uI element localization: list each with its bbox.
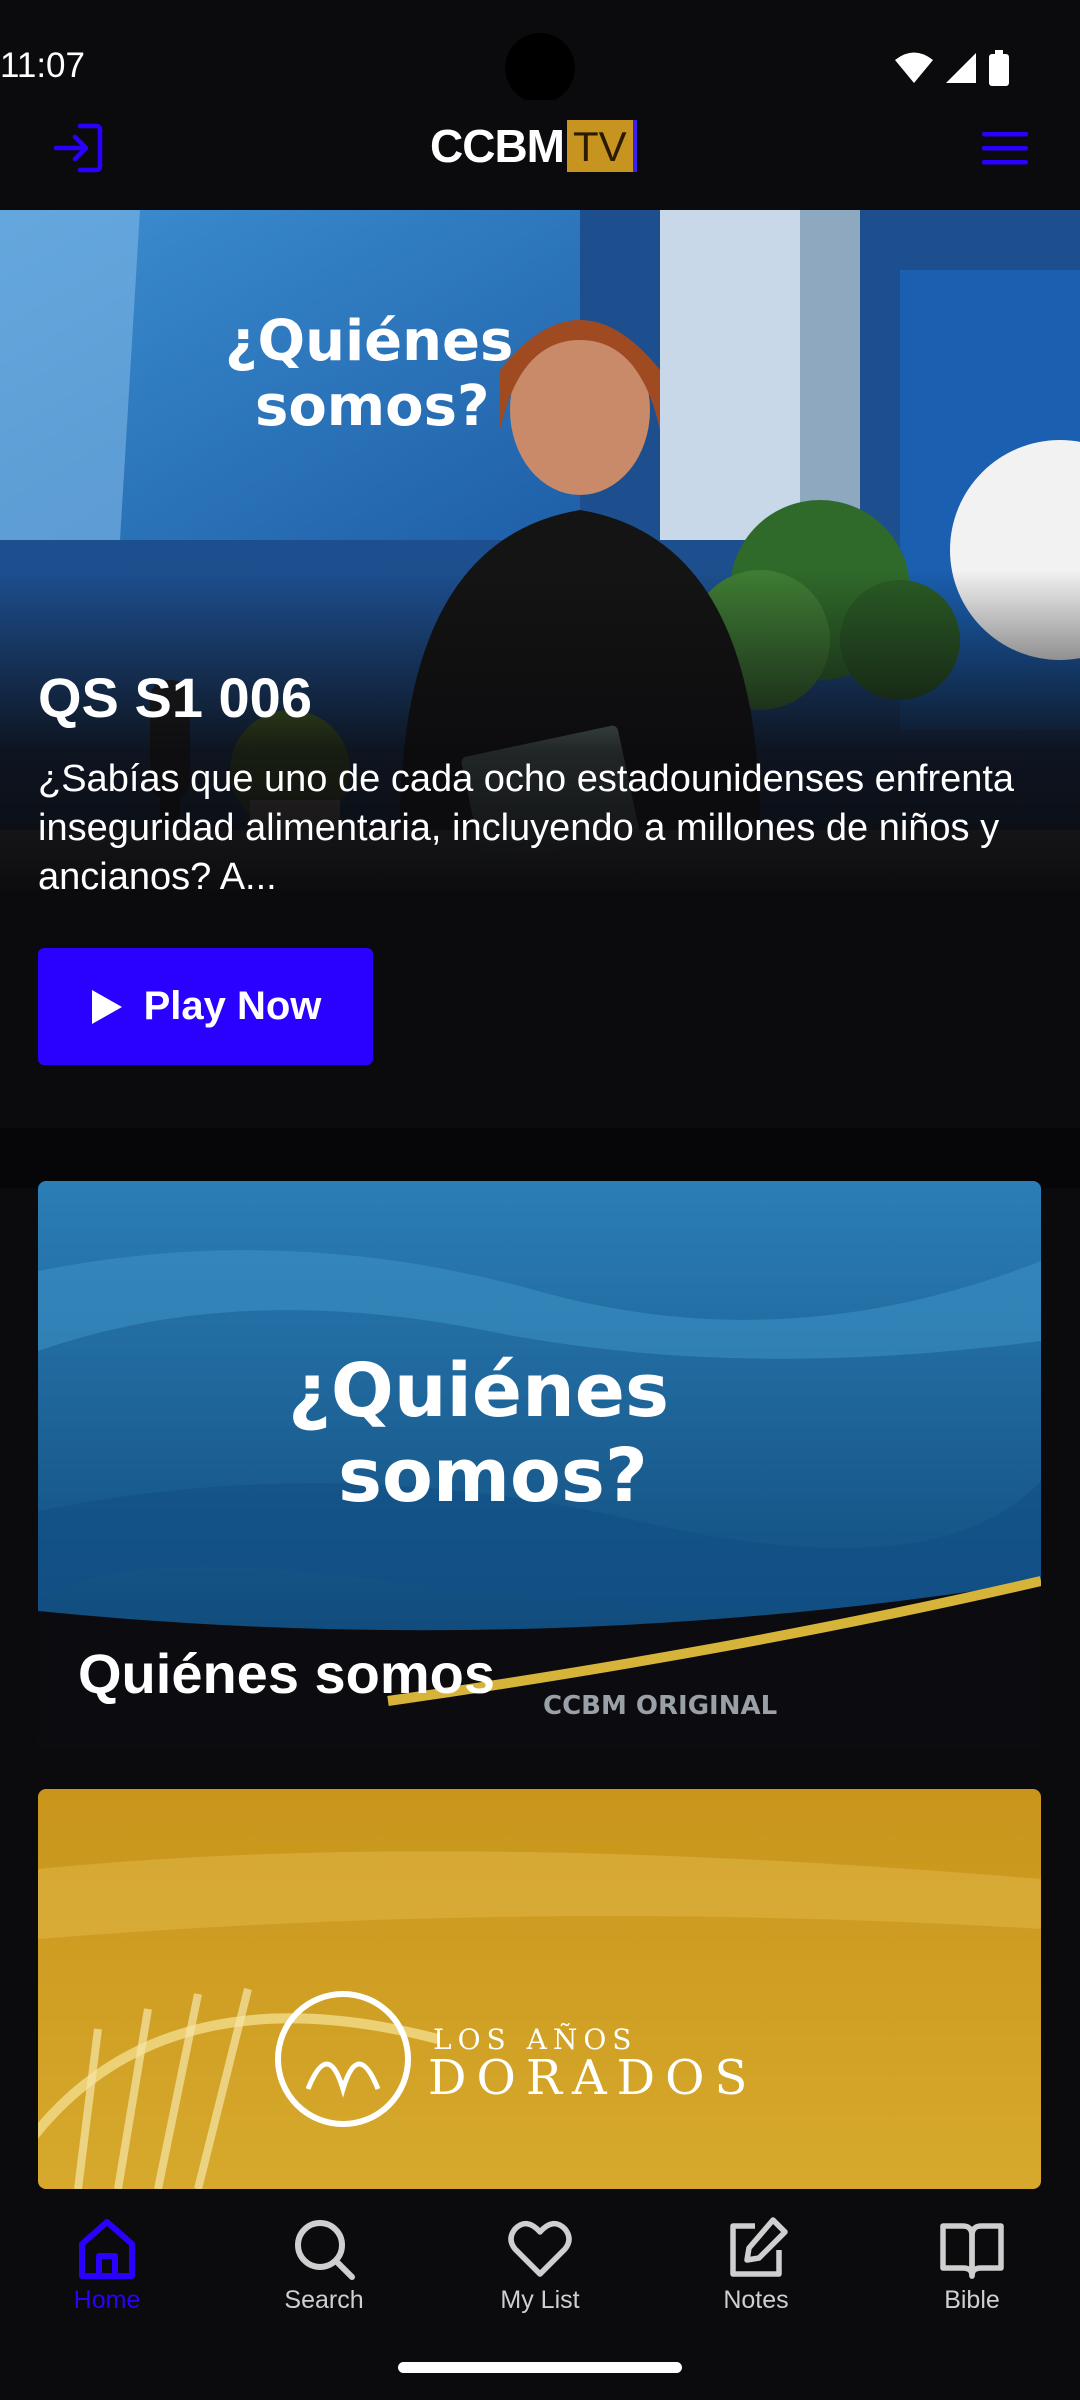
app-bar: CCBM TV: [0, 100, 1080, 210]
content-card-los-anos-dorados[interactable]: LOS AÑOS DORADOS: [38, 1789, 1041, 2189]
play-now-label: Play Now: [143, 984, 322, 1028]
search-icon: [295, 2220, 355, 2280]
nav-search[interactable]: Search: [234, 2214, 414, 2334]
logo-text: CCBM: [430, 119, 565, 172]
nav-search-label: Search: [284, 2286, 364, 2314]
logo-badge: TV: [566, 119, 637, 172]
nav-my-list[interactable]: My List: [450, 2214, 630, 2334]
login-icon: [53, 123, 103, 173]
signal-icon: [946, 53, 976, 83]
status-icons: [894, 50, 1010, 86]
nav-my-list-label: My List: [500, 2286, 580, 2314]
card-title: Quiénes somos: [78, 1642, 496, 1705]
nav-home-label: Home: [73, 2286, 141, 2314]
nav-bible-label: Bible: [944, 2286, 1000, 2314]
card-art-line-2: DORADOS: [428, 2050, 757, 2106]
nav-bible[interactable]: Bible: [882, 2214, 1062, 2334]
card-art-line-1: ¿Quiénes: [288, 1348, 669, 1434]
section-divider: [0, 1128, 1080, 1188]
battery-icon: [989, 50, 1009, 86]
heart-icon: [508, 2221, 572, 2277]
wifi-icon: [895, 52, 933, 83]
status-time: 11:07: [0, 46, 85, 85]
hero-title: QS S1 006: [38, 666, 312, 729]
play-icon: [91, 989, 122, 1024]
home-icon: [79, 2219, 135, 2279]
hero-description: ¿Sabías que uno de cada ocho estadounide…: [38, 758, 1015, 898]
book-icon: [940, 2223, 1004, 2279]
edit-note-icon: [730, 2217, 788, 2277]
nav-notes-label: Notes: [723, 2286, 789, 2314]
hamburger-menu-icon: [982, 132, 1028, 165]
ccbm-original-badge: CCBM ORIGINAL: [543, 1691, 777, 1721]
content-card-quienes-somos[interactable]: ¿Quiénes somos? CCBM ORIGINAL Quiénes so…: [38, 1181, 1041, 1749]
nav-home[interactable]: Home: [17, 2214, 197, 2334]
camera-cutout: [505, 33, 575, 103]
home-indicator[interactable]: [398, 2362, 682, 2373]
card-art-line-2: somos?: [338, 1433, 648, 1519]
hero-overlay-text-1: ¿Quiénes: [225, 309, 513, 374]
hero-banner: ¿Quiénes somos? QS S1 006 ¿Sabías que un…: [0, 210, 1080, 1130]
ccbm-tv-logo: CCBM TV: [430, 118, 637, 173]
play-now-button[interactable]: Play Now: [38, 948, 373, 1065]
menu-button[interactable]: [975, 122, 1035, 176]
login-button[interactable]: [50, 118, 110, 178]
nav-notes[interactable]: Notes: [666, 2214, 846, 2334]
hero-overlay-text-2: somos?: [255, 374, 489, 439]
card-thumbnail: LOS AÑOS DORADOS: [38, 1789, 1041, 2189]
